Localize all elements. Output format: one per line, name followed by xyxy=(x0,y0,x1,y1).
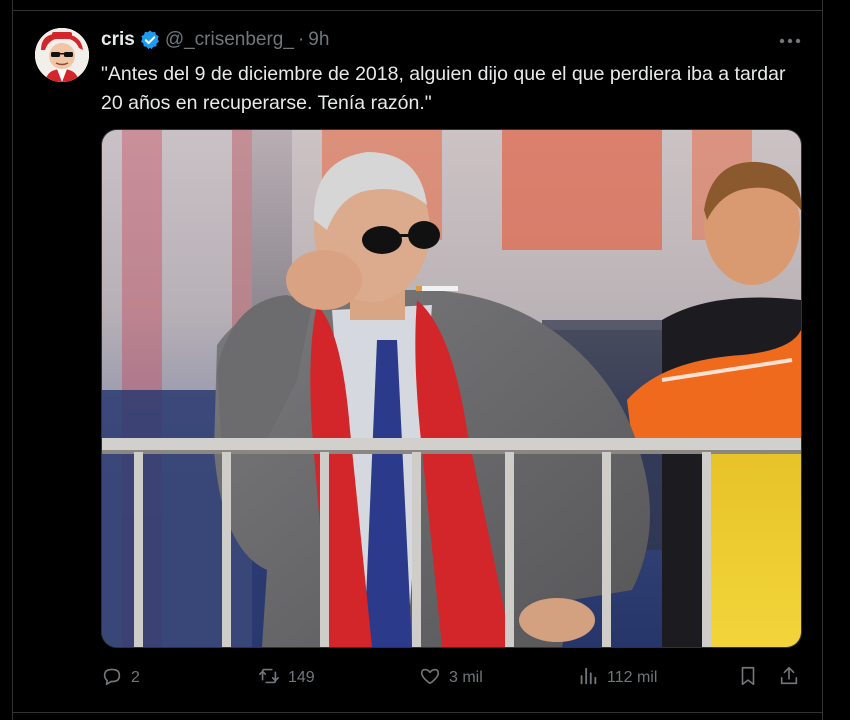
like-button[interactable]: 3 mil xyxy=(419,664,483,692)
retweet-icon xyxy=(258,665,280,692)
tweet-header: cris @_crisenberg_ · 9h xyxy=(101,29,329,51)
post-time[interactable]: 9h xyxy=(308,29,329,51)
reply-count: 2 xyxy=(131,669,140,686)
share-icon xyxy=(778,665,800,692)
tweet-text: "Antes del 9 de diciembre de 2018, algui… xyxy=(101,63,786,114)
reply-button[interactable]: 2 xyxy=(101,664,140,692)
photo-man-red-scarf xyxy=(102,130,801,647)
verified-badge-icon xyxy=(139,29,161,51)
more-dots-icon xyxy=(779,38,801,44)
author-avatar[interactable] xyxy=(35,28,89,82)
heart-icon xyxy=(419,665,441,692)
bookmark-icon xyxy=(737,665,759,692)
tweet-divider-top xyxy=(12,10,823,11)
more-options-button[interactable] xyxy=(776,30,804,52)
tweet-divider-bottom xyxy=(12,712,823,713)
bookmark-button[interactable] xyxy=(737,664,759,692)
share-button[interactable] xyxy=(778,664,800,692)
retweet-button[interactable]: 149 xyxy=(258,664,315,692)
author-name[interactable]: cris xyxy=(101,29,135,51)
views-button[interactable]: 112 mil xyxy=(577,664,657,692)
timeline-border-right xyxy=(822,0,823,720)
tweet-actions: 2 149 3 mil 112 mil xyxy=(101,664,806,692)
avatar-illustration xyxy=(35,28,89,82)
timeline-border-left xyxy=(12,0,13,720)
views-count: 112 mil xyxy=(607,669,658,686)
reply-icon xyxy=(101,665,123,692)
separator-dot: · xyxy=(297,29,305,50)
like-count: 3 mil xyxy=(449,669,483,686)
views-icon xyxy=(577,665,599,692)
author-handle[interactable]: @_crisenberg_ xyxy=(165,29,294,51)
tweet-photo[interactable] xyxy=(101,129,802,648)
retweet-count: 149 xyxy=(288,669,315,686)
